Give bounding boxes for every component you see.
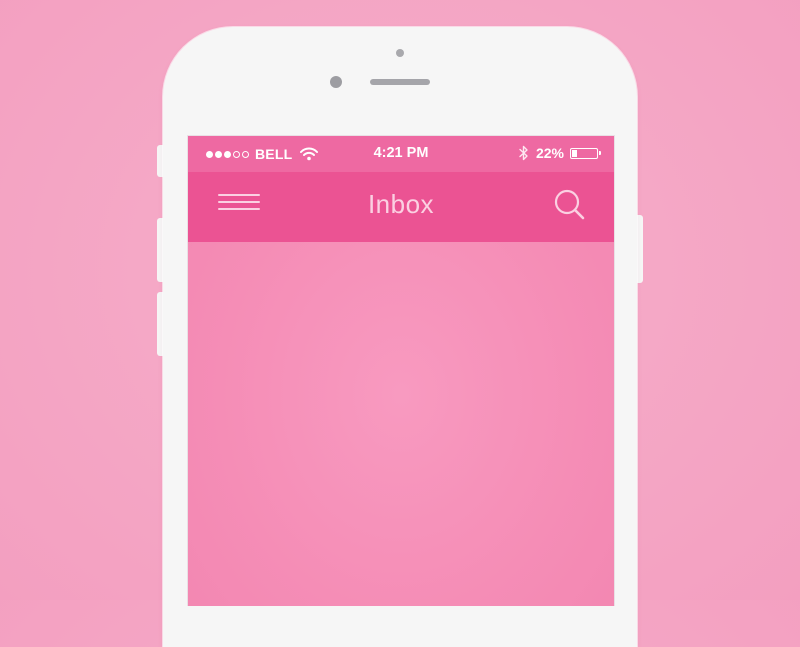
battery-percent: 22% [535,145,564,161]
page-title: Inbox [367,189,435,219]
inbox-content-area [188,242,614,606]
navigation-header: Inbox [188,172,614,242]
power-button [637,215,643,283]
battery-icon [570,147,601,159]
battery-level-fill [572,149,577,157]
bluetooth-icon [518,145,530,161]
status-bar: BELL 4:21 PM 22% [188,136,614,172]
phone-screen: BELL 4:21 PM 22% Inbox [187,135,615,606]
status-right-group: 22% [518,145,601,161]
search-icon[interactable] [552,188,586,222]
front-camera [330,76,342,88]
earpiece-speaker [370,79,430,85]
proximity-sensor [396,49,404,57]
